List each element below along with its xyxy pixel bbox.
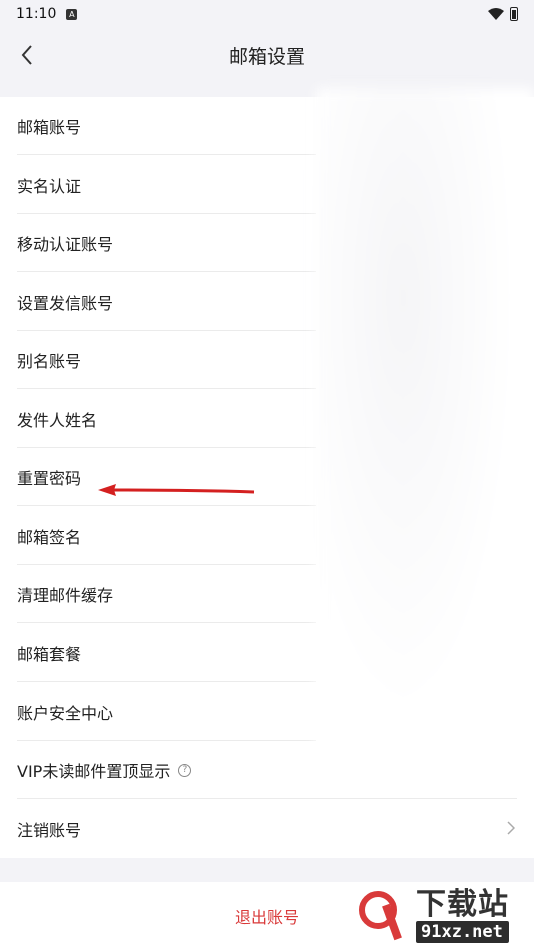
watermark: 下载站 91xz.net [356, 886, 528, 946]
row-label: 发件人姓名 [17, 411, 98, 430]
divider [17, 798, 517, 799]
watermark-title: 下载站 [416, 887, 509, 922]
row-label: 邮箱套餐 [17, 645, 82, 664]
row-label: 清理邮件缓存 [17, 586, 114, 605]
watermark-url: 91xz.net [416, 921, 509, 943]
divider [17, 271, 316, 272]
row-label: 邮箱账号 [17, 118, 82, 137]
row-label: 邮箱签名 [17, 528, 82, 547]
annotation-arrow-icon [98, 484, 255, 496]
divider [17, 505, 316, 506]
row-label: VIP未读邮件置顶显示 [17, 762, 171, 781]
row-label: 移动认证账号 [17, 235, 114, 254]
row-label: 实名认证 [17, 177, 82, 196]
watermark-logo-icon [356, 888, 412, 944]
row-label: 账户安全中心 [17, 704, 114, 723]
chevron-left-icon [21, 45, 32, 65]
watermark-text: 下载站 91xz.net [416, 889, 509, 943]
page-title: 邮箱设置 [228, 45, 305, 68]
blurred-overlay [316, 88, 534, 788]
row-label: 设置发信账号 [17, 294, 114, 313]
row-label: 重置密码 [17, 469, 82, 488]
divider [17, 154, 316, 155]
row-cancel-account[interactable]: 注销账号 [17, 800, 517, 858]
back-button[interactable] [12, 40, 42, 70]
chevron-right-icon [507, 821, 515, 835]
logout-button[interactable]: 退出账号 [235, 904, 299, 928]
row-label: 别名账号 [17, 352, 82, 371]
divider [17, 622, 316, 623]
wifi-icon [488, 8, 504, 20]
notification-a-icon: A [66, 8, 78, 20]
divider [17, 681, 316, 682]
help-circle-icon[interactable]: ? [178, 763, 192, 777]
status-time: 11:10 [16, 6, 57, 22]
row-label: 注销账号 [17, 821, 82, 840]
status-right [488, 7, 518, 21]
nav-bar: 邮箱设置 [0, 28, 534, 82]
divider [17, 388, 316, 389]
battery-icon [510, 7, 518, 21]
status-bar: 11:10 A [0, 0, 534, 28]
